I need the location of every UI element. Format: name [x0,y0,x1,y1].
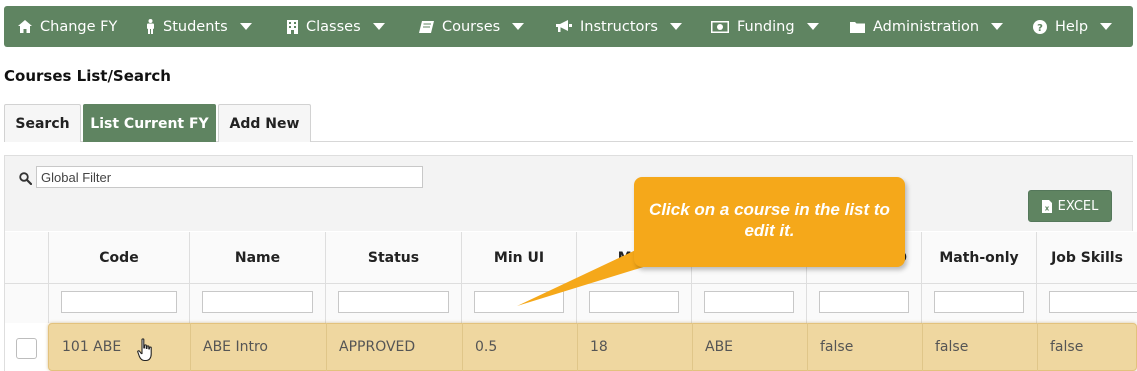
cell-ged[interactable]: false [807,323,922,371]
chevron-down-icon [991,23,1004,30]
excel-export-button[interactable]: x EXCEL [1028,190,1112,222]
chevron-down-icon [239,23,252,30]
filter-cell-name [190,284,326,323]
cell-job-skills[interactable]: false [1037,323,1137,371]
name-filter-input[interactable] [202,291,313,313]
page-title: Courses List/Search [4,67,171,85]
type-filter-input[interactable] [704,291,794,313]
cell-status[interactable]: APPROVED [326,323,462,371]
nav-courses-label: Courses [442,18,501,35]
column-header-name[interactable]: Name [190,232,326,284]
nav-classes-label: Classes [306,18,361,35]
filter-cell-job-skills [1037,284,1137,323]
bullhorn-icon [556,20,572,33]
cell-min-ui[interactable]: 0.5 [462,323,577,371]
nav-courses[interactable]: Courses [419,6,525,47]
nav-change-fy-label: Change FY [40,18,118,35]
money-icon [711,20,729,33]
chevron-down-icon [512,23,525,30]
status-filter-input[interactable] [338,291,449,313]
chevron-down-icon [669,23,682,30]
column-header-status[interactable]: Status [326,232,462,284]
filter-cell-status [326,284,462,323]
code-filter-input[interactable] [61,291,177,313]
cell-max[interactable]: 18 [577,323,692,371]
nav-administration-label: Administration [873,18,980,35]
nav-funding-label: Funding [737,18,795,35]
nav-students[interactable]: Students [146,6,252,47]
building-icon [287,19,298,34]
main-navbar: Change FY Students Classes Courses Instr… [4,6,1133,47]
person-icon [146,19,155,34]
home-icon [18,20,32,33]
filter-cell-ged [807,284,922,323]
hand-pointer-cursor-icon [137,338,154,366]
tab-add-new[interactable]: Add New [218,104,311,142]
cell-type[interactable]: ABE [692,323,807,371]
tab-search[interactable]: Search [4,104,81,142]
cell-code[interactable]: 101 ABE [49,323,190,371]
filter-cell-select [5,284,49,323]
nav-instructors[interactable]: Instructors [556,6,682,47]
nav-administration[interactable]: Administration [850,6,1004,47]
nav-funding[interactable]: Funding [711,6,819,47]
chevron-down-icon [1100,23,1113,30]
math-only-filter-input[interactable] [934,291,1024,313]
filter-cell-math-only [922,284,1037,323]
chevron-down-icon [806,23,819,30]
tab-list-current-fy[interactable]: List Current FY [83,104,216,142]
chevron-down-icon [372,23,385,30]
tooltip-callout: Click on a course in the list to edit it… [634,177,905,267]
nav-classes[interactable]: Classes [287,6,385,47]
search-icon [19,170,33,189]
column-header-code[interactable]: Code [49,232,190,284]
nav-help[interactable]: ? Help [1033,6,1113,47]
book-icon [419,20,434,33]
nav-change-fy[interactable]: Change FY [18,6,117,47]
column-header-job-skills[interactable]: Job Skills [1037,232,1137,284]
row-select-checkbox[interactable] [16,338,37,359]
nav-students-label: Students [163,18,228,35]
question-circle-icon: ? [1033,19,1047,34]
excel-file-icon: x [1041,199,1052,213]
select-column-header [5,232,49,284]
cell-name[interactable]: ABE Intro [190,323,326,371]
nav-help-label: Help [1055,18,1089,35]
svg-text:?: ? [1037,23,1043,34]
ged-filter-input[interactable] [819,291,909,313]
global-filter-input[interactable] [36,166,423,188]
svg-text:x: x [1044,204,1049,212]
excel-button-label: EXCEL [1057,198,1099,214]
folder-icon [850,21,865,33]
nav-instructors-label: Instructors [580,18,658,35]
cell-math-only[interactable]: false [922,323,1037,371]
job-skills-filter-input[interactable] [1049,291,1137,313]
column-header-math-only[interactable]: Math-only [922,232,1037,284]
filter-cell-code [49,284,190,323]
